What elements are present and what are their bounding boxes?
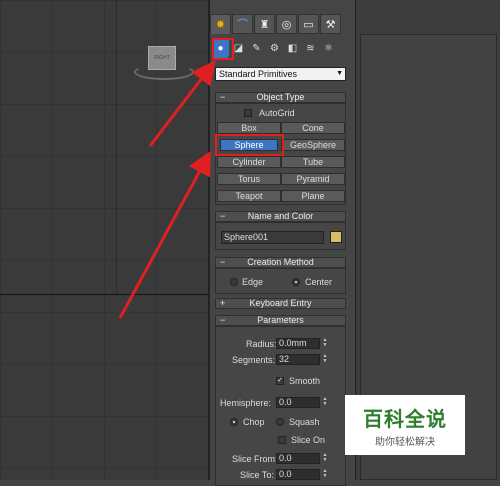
autogrid-checkbox[interactable] xyxy=(244,109,252,117)
utilities-icon[interactable]: ⚒ xyxy=(320,14,341,34)
rollout-title: Object Type xyxy=(256,92,305,102)
slice-to-spinner[interactable]: ▲ ▼ xyxy=(322,469,328,480)
collapse-icon: − xyxy=(220,315,226,325)
center-radio[interactable] xyxy=(292,278,300,286)
creation-method-group: Edge Center xyxy=(215,268,346,294)
viewcube[interactable]: RIGHT xyxy=(148,46,176,70)
chop-label: Chop xyxy=(243,417,265,427)
segments-spinner[interactable]: ▲ ▼ xyxy=(322,354,328,365)
squash-radio[interactable] xyxy=(276,418,284,426)
hemisphere-spinner[interactable]: ▲ ▼ xyxy=(322,397,328,408)
command-panel: ✸ ⌒ ♜ ◎ ▭ ⚒ ● ◪ ✎ ⚙ ◧ ≋ ⚛ Standard Primi… xyxy=(210,0,355,486)
slice-on-checkbox[interactable] xyxy=(278,436,286,444)
expand-icon: + xyxy=(220,298,226,308)
viewport-grid-axis-horizontal xyxy=(0,294,208,295)
segments-field[interactable]: 32 xyxy=(276,354,320,365)
hierarchy-icon[interactable]: ♜ xyxy=(254,14,275,34)
smooth-label: Smooth xyxy=(289,376,321,386)
display-icon[interactable]: ▭ xyxy=(298,14,319,34)
cameras-icon[interactable]: ⚙ xyxy=(266,38,283,58)
cylinder-button[interactable]: Cylinder xyxy=(217,156,281,168)
category-dropdown[interactable]: Standard Primitives ▼ xyxy=(215,67,346,81)
radius-spinner[interactable]: ▲ ▼ xyxy=(322,338,328,349)
edge-label: Edge xyxy=(242,277,264,287)
rollout-parameters[interactable]: − Parameters xyxy=(215,315,346,326)
edge-radio[interactable] xyxy=(230,278,238,286)
collapse-icon: − xyxy=(220,92,226,102)
radius-label: Radius: xyxy=(246,339,277,349)
slice-on-label: Slice On xyxy=(291,435,326,445)
name-color-group: Sphere001 xyxy=(215,222,346,250)
slice-from-label: Slice From: xyxy=(232,454,278,464)
rollout-title: Keyboard Entry xyxy=(249,298,312,308)
spacewarps-icon[interactable]: ≋ xyxy=(302,38,319,58)
rollout-title: Parameters xyxy=(257,315,304,325)
teapot-button[interactable]: Teapot xyxy=(217,190,281,202)
rollout-title: Creation Method xyxy=(247,257,314,267)
geometry-highlight-box xyxy=(212,38,234,60)
systems-icon[interactable]: ⚛ xyxy=(320,38,337,58)
plane-button[interactable]: Plane xyxy=(281,190,345,202)
chevron-down-icon: ▼ xyxy=(336,70,343,77)
rollout-object-type[interactable]: − Object Type xyxy=(215,92,346,103)
smooth-checkbox[interactable]: ✓ xyxy=(276,377,284,385)
segments-label: Segments: xyxy=(232,355,276,365)
chop-radio[interactable] xyxy=(230,418,238,426)
slice-to-field[interactable]: 0.0 xyxy=(276,469,320,480)
geosphere-button[interactable]: GeoSphere xyxy=(281,139,345,151)
helpers-icon[interactable]: ◧ xyxy=(284,38,301,58)
center-label: Center xyxy=(305,277,333,287)
torus-button[interactable]: Torus xyxy=(217,173,281,185)
collapse-icon: − xyxy=(220,257,226,267)
create-icon[interactable]: ✸ xyxy=(210,14,231,34)
object-color-swatch[interactable] xyxy=(330,231,342,243)
rollout-keyboard-entry[interactable]: + Keyboard Entry xyxy=(215,298,346,309)
slice-from-spinner[interactable]: ▲ ▼ xyxy=(322,453,328,464)
parameters-group: Radius: 0.0mm ▲ ▼ Segments: 32 ▲ ▼ ✓ Smoot… xyxy=(215,326,346,486)
watermark-title: 百科全说 xyxy=(363,409,447,431)
rollout-creation-method[interactable]: − Creation Method xyxy=(215,257,346,268)
lights-icon[interactable]: ✎ xyxy=(248,38,265,58)
tube-button[interactable]: Tube xyxy=(281,156,345,168)
command-panel-tabs: ✸ ⌒ ♜ ◎ ▭ ⚒ xyxy=(210,14,355,34)
squash-label: Squash xyxy=(289,417,320,427)
pyramid-button[interactable]: Pyramid xyxy=(281,173,345,185)
hemisphere-label: Hemisphere: xyxy=(220,398,272,408)
rollout-name-and-color[interactable]: − Name and Color xyxy=(215,211,346,222)
modify-icon[interactable]: ⌒ xyxy=(232,14,253,34)
slice-to-label: Slice To: xyxy=(240,470,274,480)
slice-from-field[interactable]: 0.0 xyxy=(276,453,320,464)
watermark-logo: 百科全说 助你轻松解决 xyxy=(345,395,465,455)
collapse-icon: − xyxy=(220,211,226,221)
sphere-highlight-box xyxy=(215,134,284,156)
viewport-grid-axis-vertical xyxy=(116,0,117,294)
object-name-field[interactable]: Sphere001 xyxy=(221,231,324,244)
box-button[interactable]: Box xyxy=(217,122,281,134)
watermark-subtitle: 助你轻松解决 xyxy=(375,437,435,448)
autogrid-label: AutoGrid xyxy=(259,108,295,118)
radius-field[interactable]: 0.0mm xyxy=(276,338,320,349)
cone-button[interactable]: Cone xyxy=(281,122,345,134)
motion-icon[interactable]: ◎ xyxy=(276,14,297,34)
hemisphere-field[interactable]: 0.0 xyxy=(276,397,320,408)
category-dropdown-value: Standard Primitives xyxy=(219,69,298,79)
rollout-title: Name and Color xyxy=(247,211,314,221)
viewport[interactable]: RIGHT xyxy=(0,0,210,480)
